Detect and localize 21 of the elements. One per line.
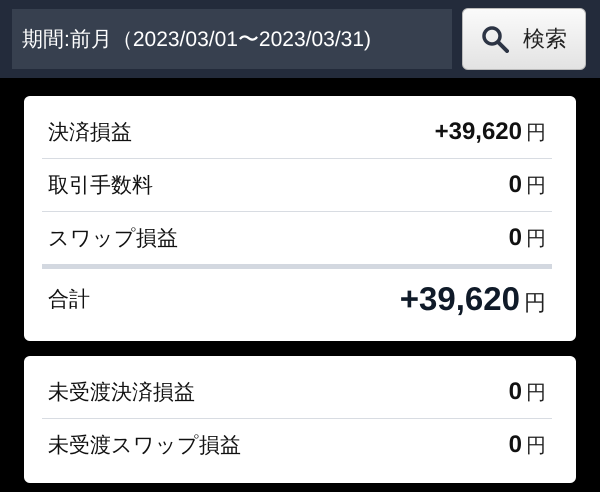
amount-value: +39,620 bbox=[434, 118, 522, 146]
row-label: 未受渡スワップ損益 bbox=[48, 433, 241, 459]
amount-value: 0 bbox=[508, 378, 522, 406]
currency-unit: 円 bbox=[526, 174, 546, 199]
search-button[interactable]: 検索 bbox=[462, 8, 586, 70]
row-label: 取引手数料 bbox=[48, 173, 153, 199]
amount-value: 0 bbox=[508, 224, 522, 252]
search-icon bbox=[481, 25, 509, 53]
period-field[interactable]: 期間:前月（2023/03/01〜2023/03/31) bbox=[12, 9, 452, 69]
row-label: スワップ損益 bbox=[48, 226, 178, 252]
currency-unit: 円 bbox=[526, 381, 546, 406]
row-label: 未受渡決済損益 bbox=[48, 380, 195, 406]
currency-unit: 円 bbox=[526, 227, 546, 252]
currency-unit: 円 bbox=[524, 289, 546, 317]
amount-value: 0 bbox=[508, 171, 522, 199]
currency-unit: 円 bbox=[526, 434, 546, 459]
currency-unit: 円 bbox=[526, 121, 546, 146]
amount-value: 0 bbox=[508, 431, 522, 459]
amount-value: +39,620 bbox=[400, 280, 520, 318]
row-label: 合計 bbox=[48, 287, 90, 313]
row-label: 決済損益 bbox=[48, 120, 132, 146]
